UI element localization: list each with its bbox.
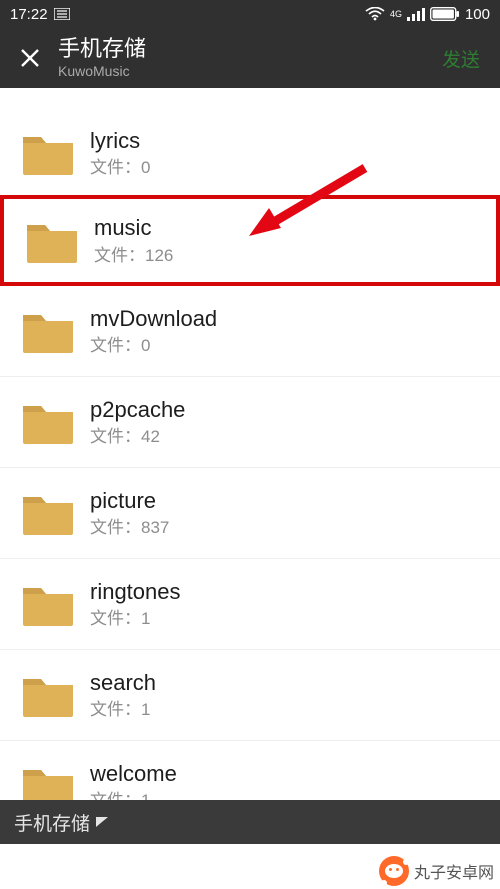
list-item[interactable]: ringtones 文件：1	[0, 559, 500, 650]
item-meta: 文件：0	[90, 335, 217, 358]
item-texts: p2pcache 文件：42	[90, 395, 185, 450]
bottom-bar[interactable]: 手机存储	[0, 800, 500, 844]
folder-icon	[6, 673, 90, 717]
item-name: search	[90, 668, 156, 698]
wifi-icon	[365, 7, 385, 21]
signal-icon	[407, 7, 425, 21]
list-item[interactable]: lyrics 文件：0	[0, 108, 500, 199]
item-name: p2pcache	[90, 395, 185, 425]
item-meta: 文件：0	[90, 157, 150, 180]
file-list[interactable]: lyrics 文件：0 music 文件：126 mvDownload 文件：0…	[0, 88, 500, 838]
bottom-label: 手机存储	[14, 809, 90, 836]
list-item[interactable]: p2pcache 文件：42	[0, 377, 500, 468]
item-texts: music 文件：126	[94, 213, 173, 268]
battery-percent: 100	[465, 6, 490, 23]
battery-icon	[430, 7, 460, 21]
list-item[interactable]: search 文件：1	[0, 650, 500, 741]
send-button[interactable]: 发送	[436, 45, 486, 72]
item-name: lyrics	[90, 126, 150, 156]
watermark-logo-icon	[379, 856, 409, 886]
item-meta: 文件：126	[94, 245, 173, 268]
folder-icon	[6, 309, 90, 353]
status-time: 17:22	[10, 6, 48, 23]
item-texts: search 文件：1	[90, 668, 156, 723]
item-name: music	[94, 213, 173, 243]
close-icon	[19, 47, 41, 69]
item-name: welcome	[90, 759, 177, 789]
folder-icon	[6, 131, 90, 175]
list-item[interactable]: music 文件：126	[0, 195, 500, 286]
folder-icon	[6, 582, 90, 626]
item-name: picture	[90, 486, 169, 516]
item-meta: 文件：1	[90, 699, 156, 722]
list-item[interactable]: picture 文件：837	[0, 468, 500, 559]
item-meta: 文件：837	[90, 517, 169, 540]
item-meta: 文件：1	[90, 608, 181, 631]
header-title: 手机存储	[58, 36, 436, 62]
app-header: 手机存储 KuwoMusic 发送	[0, 28, 500, 88]
item-texts: lyrics 文件：0	[90, 126, 150, 181]
item-meta: 文件：42	[90, 426, 185, 449]
item-texts: picture 文件：837	[90, 486, 169, 541]
item-texts: mvDownload 文件：0	[90, 304, 217, 359]
status-left: 17:22	[10, 6, 70, 23]
watermark-text: 丸子安卓网	[414, 859, 494, 883]
list-top-spacer	[0, 88, 500, 108]
news-icon	[54, 8, 70, 20]
folder-icon	[6, 400, 90, 444]
folder-icon	[10, 219, 94, 263]
folder-icon	[6, 491, 90, 535]
header-subtitle: KuwoMusic	[58, 63, 436, 80]
list-item[interactable]: mvDownload 文件：0	[0, 286, 500, 377]
status-right: 4G 100	[365, 6, 490, 23]
item-name: ringtones	[90, 577, 181, 607]
item-texts: ringtones 文件：1	[90, 577, 181, 632]
item-name: mvDownload	[90, 304, 217, 334]
watermark: 丸子安卓网	[379, 856, 494, 886]
close-button[interactable]	[14, 47, 46, 69]
status-bar: 17:22 4G 100	[0, 0, 500, 28]
dropdown-caret-icon	[96, 817, 108, 827]
header-titles: 手机存储 KuwoMusic	[58, 36, 436, 80]
network-label: 4G	[390, 10, 402, 19]
